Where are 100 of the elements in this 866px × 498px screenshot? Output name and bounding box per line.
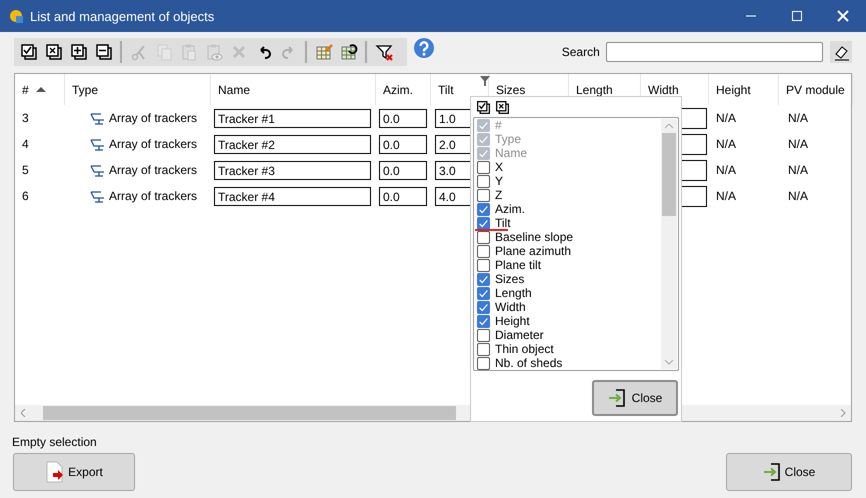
table-cell: Array of trackers: [109, 163, 198, 177]
uncheck-all-icon: [44, 43, 62, 61]
help-button[interactable]: [412, 36, 436, 60]
checkmark-icon: [478, 148, 489, 158]
column-option[interactable]: Y: [495, 174, 504, 188]
scroll-right-icon: [841, 409, 846, 417]
checkbox[interactable]: [477, 356, 490, 370]
checkbox[interactable]: [477, 188, 490, 202]
help-icon: [414, 38, 434, 58]
table-cell: N/A: [716, 163, 736, 177]
column-option[interactable]: Length: [495, 286, 532, 300]
checkmark-icon: [478, 316, 489, 326]
azimuth-field[interactable]: 0.0: [379, 160, 427, 180]
close-icon: [837, 10, 849, 22]
checkbox[interactable]: [477, 314, 490, 328]
uncheck-all-button[interactable]: [495, 99, 511, 115]
table-cell: 4: [22, 137, 29, 151]
column-option[interactable]: Azim.: [495, 202, 525, 216]
column-header[interactable]: Type: [65, 74, 211, 105]
column-option[interactable]: Diameter: [495, 328, 544, 342]
table-cell: N/A: [788, 189, 808, 203]
name-field[interactable]: Tracker #3: [214, 160, 371, 180]
checkbox[interactable]: [477, 216, 490, 230]
check-all-icon: [476, 100, 491, 114]
eraser-icon: [833, 44, 850, 60]
column-option[interactable]: Plane tilt: [495, 258, 542, 272]
checkmark-icon: [478, 218, 489, 228]
column-option[interactable]: Z: [495, 188, 502, 202]
export-button[interactable]: Export: [13, 453, 135, 491]
column-option[interactable]: Tilt: [495, 216, 511, 230]
uncheck-all-icon: [495, 100, 510, 114]
column-option[interactable]: X: [495, 160, 504, 174]
search-field[interactable]: [606, 42, 824, 62]
column-option[interactable]: Width: [495, 300, 526, 314]
table-cell: 6: [22, 189, 29, 203]
name-field[interactable]: Tracker #1: [214, 108, 371, 128]
checkbox[interactable]: [477, 328, 490, 342]
tracker-icon: [90, 136, 106, 152]
checkbox[interactable]: [477, 244, 490, 258]
checkmark-icon: [478, 204, 489, 214]
column-header[interactable]: Azim.: [376, 74, 431, 105]
app-logo-icon: [9, 8, 24, 24]
azimuth-field[interactable]: 0.0: [379, 108, 427, 128]
scroll-up-icon: [665, 124, 673, 129]
column-header[interactable]: Height: [709, 74, 779, 105]
table-cell: 5: [22, 163, 29, 177]
check-all-icon: [20, 43, 38, 61]
azimuth-field[interactable]: 0.0: [379, 186, 427, 206]
checkbox[interactable]: [477, 272, 490, 286]
exit-icon: [762, 462, 781, 482]
table-cell: 3: [22, 111, 29, 125]
vertical-scrollbar[interactable]: [661, 119, 677, 369]
table-cell: N/A: [716, 189, 736, 203]
tracker-icon: [90, 110, 106, 126]
sort-ascending-icon: [36, 86, 46, 93]
exit-icon: [608, 388, 626, 408]
paste-icon: [180, 43, 198, 61]
checkbox[interactable]: [477, 230, 490, 244]
export-document-icon: [45, 461, 64, 483]
column-header[interactable]: #: [15, 74, 65, 105]
scissors-icon: [130, 43, 148, 61]
maximize-icon: [792, 11, 802, 21]
close-button[interactable]: Close: [726, 453, 852, 491]
column-option[interactable]: Height: [495, 314, 530, 328]
collapse-all-icon: [94, 43, 112, 61]
checkbox[interactable]: [477, 174, 490, 188]
scroll-left-icon: [21, 409, 26, 417]
column-option[interactable]: Nb. of sheds: [495, 356, 562, 370]
tracker-icon: [90, 162, 106, 178]
column-option[interactable]: Thin object: [495, 342, 554, 356]
tracker-icon: [90, 188, 106, 204]
expand-all-icon: [70, 43, 88, 61]
check-all-button[interactable]: [476, 99, 492, 115]
paste-eye-icon: [204, 43, 222, 61]
name-field[interactable]: Tracker #4: [214, 186, 371, 206]
checkbox[interactable]: [477, 160, 490, 174]
column-option[interactable]: Baseline slope: [495, 230, 574, 244]
checkbox[interactable]: [477, 258, 490, 272]
column-header[interactable]: Name: [211, 74, 376, 105]
close-button[interactable]: Close: [592, 380, 678, 416]
table-cell: Array of trackers: [109, 189, 198, 203]
checkbox[interactable]: [477, 300, 490, 314]
name-field[interactable]: Tracker #2: [214, 134, 371, 154]
scroll-down-icon: [665, 360, 673, 365]
filter-icon: [480, 76, 490, 86]
clear-search-button[interactable]: [830, 41, 852, 63]
window-title: List and management of objects: [30, 8, 216, 24]
checkbox[interactable]: [477, 286, 490, 300]
checkmark-icon: [478, 288, 489, 298]
column-option[interactable]: Plane azimuth: [495, 244, 572, 258]
checkmark-icon: [478, 302, 489, 312]
column-header[interactable]: PV module: [779, 74, 853, 105]
azimuth-field[interactable]: 0.0: [379, 134, 427, 154]
table-cell: N/A: [788, 111, 808, 125]
status-text: Empty selection: [12, 435, 97, 449]
column-option[interactable]: Sizes: [495, 272, 524, 286]
filter-clear-icon: [374, 43, 392, 61]
checkbox[interactable]: [477, 342, 490, 356]
table-cell: Array of trackers: [109, 137, 198, 151]
checkbox[interactable]: [477, 202, 490, 216]
